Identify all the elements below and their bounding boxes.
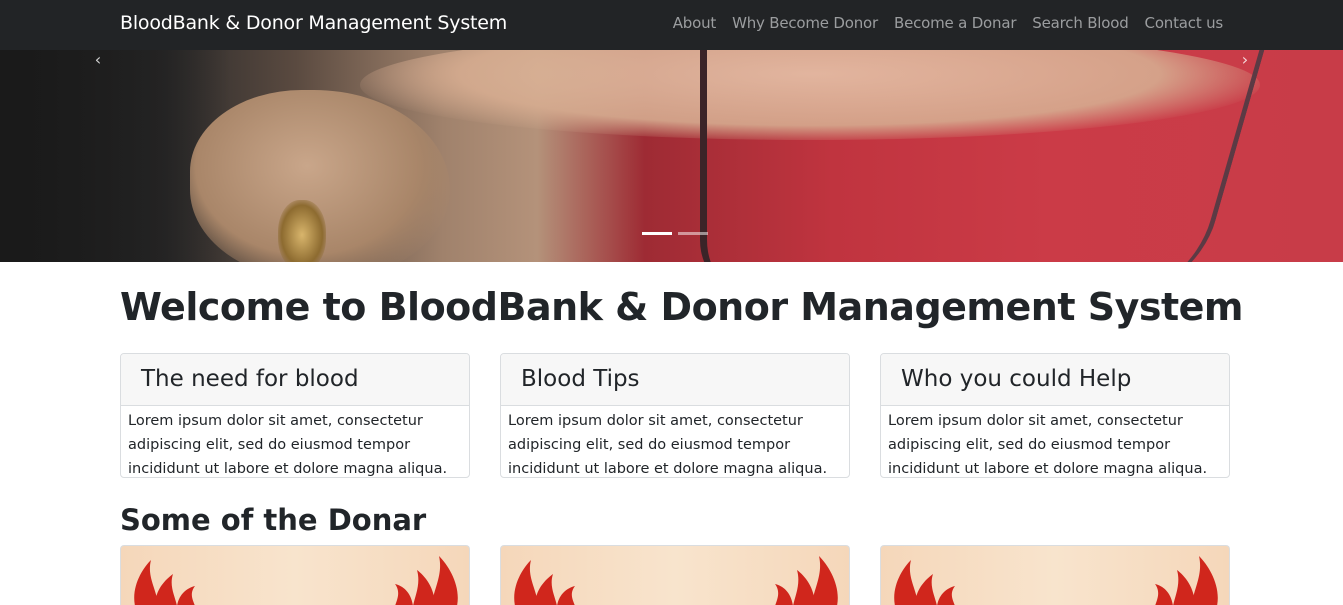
blood-drop-hands-icon (894, 556, 1218, 605)
carousel-indicators (642, 232, 708, 235)
top-navbar: BloodBank & Donor Management System Abou… (0, 0, 1343, 50)
hero-carousel: ‹ › (0, 50, 1343, 262)
card-title: The need for blood (121, 354, 469, 406)
card-text: Lorem ipsum dolor sit amet, consectetur … (888, 413, 1208, 477)
info-card-need-for-blood: The need for blood Lorem ipsum dolor sit… (120, 353, 470, 478)
donor-card[interactable] (120, 545, 470, 605)
chevron-right-icon[interactable]: › (1235, 50, 1255, 70)
carousel-indicator-2[interactable] (678, 232, 708, 235)
nav-link-why-become-donor[interactable]: Why Become Donor (732, 14, 878, 32)
nav-link-become-donor[interactable]: Become a Donar (894, 14, 1017, 32)
blood-drop-hands-icon (134, 556, 458, 605)
nav-link-search-blood[interactable]: Search Blood (1032, 14, 1128, 32)
donor-card[interactable] (500, 545, 850, 605)
nav-link-about[interactable]: About (673, 14, 717, 32)
card-title: Who you could Help (881, 354, 1229, 406)
blood-drop-hands-icon (514, 556, 838, 605)
card-text: Lorem ipsum dolor sit amet, consectetur … (128, 413, 448, 477)
info-card-who-you-could-help: Who you could Help Lorem ipsum dolor sit… (880, 353, 1230, 478)
donor-card[interactable] (880, 545, 1230, 605)
hero-image-tube (700, 50, 770, 262)
donors-section-title: Some of the Donar (120, 503, 427, 537)
carousel-indicator-1[interactable] (642, 232, 672, 235)
brand-logo-text[interactable]: BloodBank & Donor Management System (120, 12, 507, 34)
nav-link-contact-us[interactable]: Contact us (1145, 14, 1224, 32)
card-text: Lorem ipsum dolor sit amet, consectetur … (508, 413, 828, 477)
chevron-left-icon[interactable]: ‹ (88, 50, 108, 70)
hero-image-ring (278, 200, 326, 262)
page-title: Welcome to BloodBank & Donor Management … (120, 285, 1244, 329)
info-card-blood-tips: Blood Tips Lorem ipsum dolor sit amet, c… (500, 353, 850, 478)
nav-links: About Why Become Donor Become a Donar Se… (673, 14, 1223, 32)
card-title: Blood Tips (501, 354, 849, 406)
